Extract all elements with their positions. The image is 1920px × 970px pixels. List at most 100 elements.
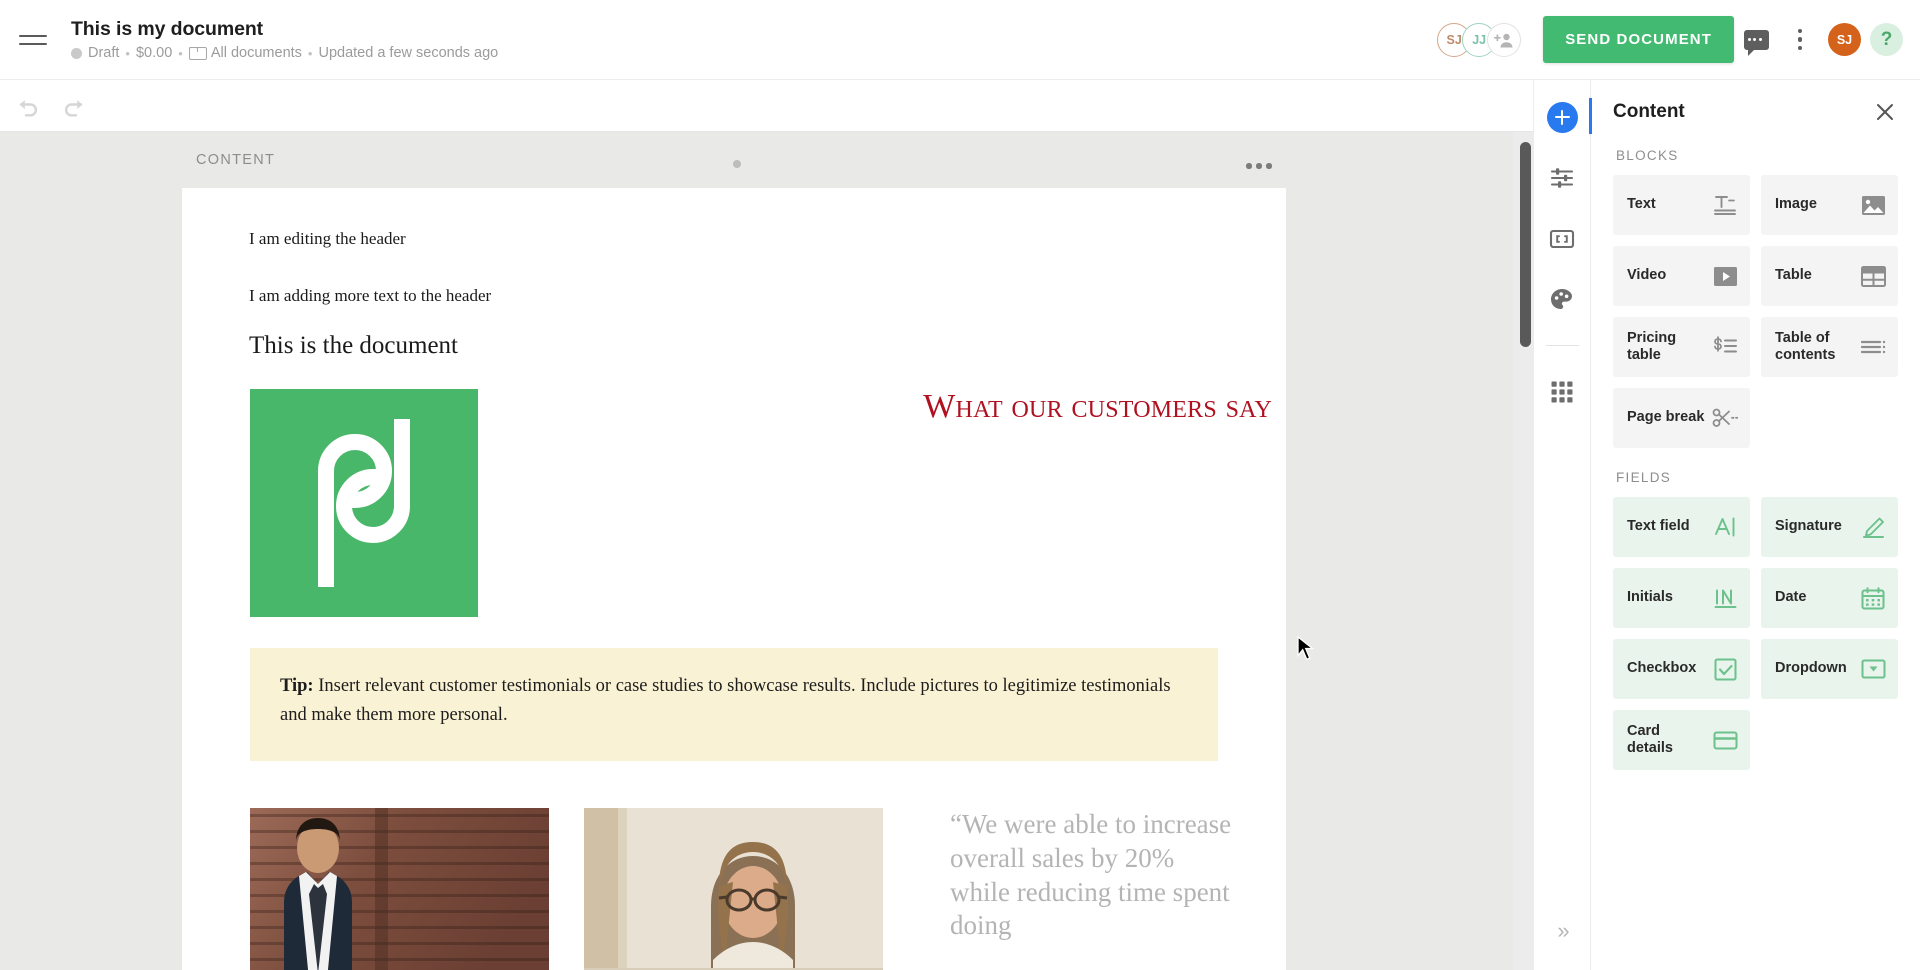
section-more-icon[interactable] — [1246, 163, 1272, 169]
kebab-menu-icon[interactable] — [1778, 18, 1822, 62]
separator: • — [125, 45, 130, 61]
folder-link[interactable]: All documents — [211, 45, 302, 61]
tile-label: Video — [1627, 267, 1667, 284]
block-tile-table[interactable]: Table — [1761, 246, 1898, 306]
checkbox-icon — [1712, 656, 1738, 682]
field-tile-dropdown[interactable]: Dropdown — [1761, 639, 1898, 699]
doc-heading[interactable]: This is the document — [249, 332, 458, 360]
field-tile-card-details[interactable]: Card details — [1613, 710, 1750, 770]
block-tile-text[interactable]: Text — [1613, 175, 1750, 235]
blocks-grid: Text Image Video Table Pricing table Tab… — [1613, 175, 1898, 448]
send-document-button[interactable]: SEND DOCUMENT — [1543, 16, 1734, 63]
content-section-bar: CONTENT — [0, 132, 1537, 188]
block-tile-page-break[interactable]: Page break — [1613, 388, 1750, 448]
tile-label: Page break — [1627, 409, 1705, 426]
theme-palette-icon[interactable] — [1545, 283, 1579, 317]
block-tile-image[interactable]: Image — [1761, 175, 1898, 235]
field-tile-text-field[interactable]: Text field — [1613, 497, 1750, 557]
block-tile-table-of-contents[interactable]: Table of contents — [1761, 317, 1898, 377]
apps-grid-icon[interactable] — [1545, 375, 1579, 409]
block-tile-video[interactable]: Video — [1613, 246, 1750, 306]
status-badge: Draft — [88, 45, 120, 61]
collaborator-avatars: SJ JJ — [1437, 22, 1522, 57]
panel-title: Content — [1613, 101, 1685, 122]
content-section-label: CONTENT — [196, 152, 276, 168]
text-block-icon — [1712, 192, 1738, 218]
tile-label: Text — [1627, 196, 1656, 213]
fields-grid: Text field Signature Initials Date Check… — [1613, 497, 1898, 770]
tip-callout[interactable]: Tip: Insert relevant customer testimonia… — [250, 648, 1218, 761]
panel-active-indicator — [1589, 98, 1592, 134]
editor-toolbar — [0, 80, 1537, 132]
page-title: This is my document — [71, 18, 264, 40]
rail-divider — [1545, 345, 1579, 346]
chat-icon[interactable] — [1734, 18, 1778, 62]
status-dot-icon — [71, 47, 82, 59]
tile-label: Initials — [1627, 589, 1673, 606]
date-icon — [1860, 585, 1886, 611]
pandadoc-logo[interactable] — [250, 389, 478, 617]
text-field-icon — [1712, 514, 1738, 540]
tile-label: Table — [1775, 267, 1812, 284]
document-meta: This is my document Draft • $0.00 • All … — [71, 18, 498, 61]
right-icon-rail: » — [1533, 80, 1590, 970]
testimonial-quote[interactable]: “We were able to increase overall sales … — [950, 808, 1240, 943]
document-page[interactable]: I am editing the header I am adding more… — [182, 188, 1286, 970]
document-price: $0.00 — [135, 45, 173, 61]
separator: • — [307, 45, 313, 61]
tile-label: Signature — [1775, 518, 1842, 535]
page-break-icon — [1712, 405, 1738, 431]
folder-icon — [188, 46, 207, 60]
tile-label: Image — [1775, 196, 1817, 213]
collapse-panel-icon[interactable]: » — [1557, 918, 1569, 944]
doc-paragraph-1[interactable]: I am editing the header — [249, 229, 406, 249]
add-content-icon[interactable] — [1545, 100, 1579, 134]
testimonial-photo-man-in-suit[interactable] — [250, 808, 549, 970]
top-header: This is my document Draft • $0.00 • All … — [0, 0, 1920, 80]
testimonial-photos — [250, 808, 883, 970]
tip-label: Tip: — [280, 676, 314, 696]
initials-icon — [1712, 585, 1738, 611]
field-tile-checkbox[interactable]: Checkbox — [1613, 639, 1750, 699]
updated-timestamp: Updated a few seconds ago — [318, 45, 499, 61]
image-block-icon — [1860, 192, 1886, 218]
customers-heading[interactable]: What our customers say — [752, 388, 1272, 426]
close-icon[interactable] — [1872, 99, 1898, 125]
field-tile-initials[interactable]: Initials — [1613, 568, 1750, 628]
tile-label: Date — [1775, 589, 1807, 606]
hamburger-icon[interactable] — [19, 30, 47, 50]
card-details-icon — [1712, 727, 1738, 753]
tile-label: Card details — [1627, 722, 1673, 756]
block-tile-pricing-table[interactable]: Pricing table — [1613, 317, 1750, 377]
tile-label: Table of contents — [1775, 329, 1836, 363]
add-person-icon[interactable] — [1487, 22, 1522, 57]
redo-icon[interactable] — [62, 95, 88, 117]
undo-icon[interactable] — [14, 95, 40, 117]
user-avatar[interactable]: SJ — [1828, 23, 1861, 56]
doc-paragraph-2[interactable]: I am adding more text to the header — [249, 286, 491, 306]
field-tile-signature[interactable]: Signature — [1761, 497, 1898, 557]
video-block-icon — [1712, 263, 1738, 289]
signature-icon — [1860, 514, 1886, 540]
header-actions: SJ JJ SEND DOCUMENT SJ ? — [1437, 16, 1920, 63]
drag-dot-handle[interactable] — [733, 160, 741, 168]
fields-section-label: FIELDS — [1616, 470, 1672, 485]
testimonial-photo-woman-at-laptop[interactable] — [584, 808, 883, 970]
table-of-contents-icon — [1860, 334, 1886, 360]
dropdown-icon — [1860, 656, 1886, 682]
panel-header: Content — [1613, 80, 1898, 136]
help-button[interactable]: ? — [1870, 23, 1903, 56]
content-panel: Content BLOCKS Text Image Video Table Pr… — [1589, 80, 1920, 970]
tile-label: Checkbox — [1627, 660, 1697, 677]
settings-sliders-icon[interactable] — [1545, 161, 1579, 195]
pandadoc-editor: This is my document Draft • $0.00 • All … — [0, 0, 1920, 970]
variables-icon[interactable] — [1545, 222, 1579, 256]
tip-body: Insert relevant customer testimonials or… — [280, 676, 1171, 725]
tile-label: Pricing table — [1627, 329, 1677, 363]
blocks-section-label: BLOCKS — [1616, 148, 1679, 163]
scrollbar-thumb[interactable] — [1520, 142, 1531, 347]
field-tile-date[interactable]: Date — [1761, 568, 1898, 628]
pricing-table-icon — [1712, 334, 1738, 360]
table-block-icon — [1860, 263, 1886, 289]
tile-label: Dropdown — [1775, 660, 1847, 677]
